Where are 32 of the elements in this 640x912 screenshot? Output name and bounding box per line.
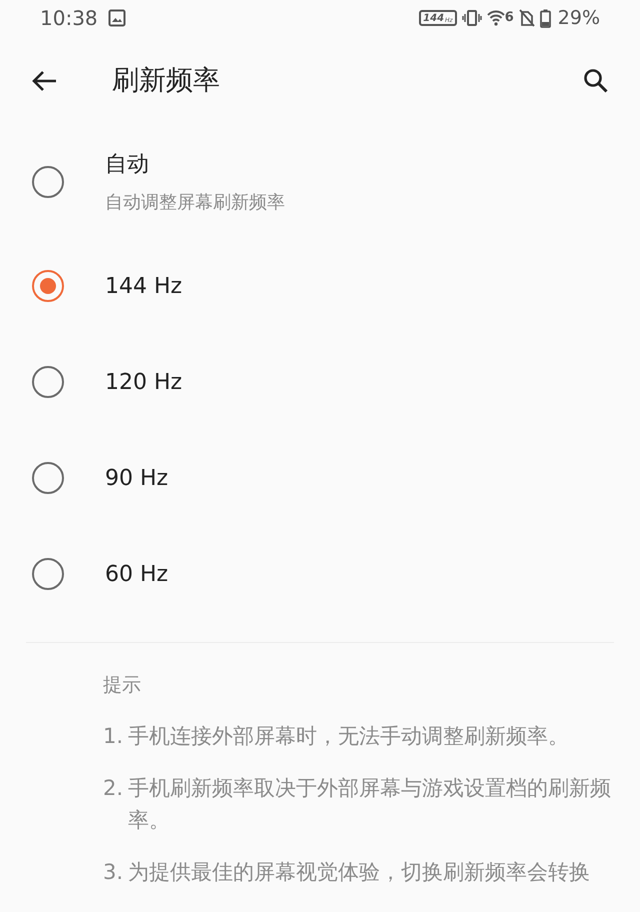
radio-button[interactable] (32, 270, 64, 302)
tip-text: 手机连接外部屏幕时，无法手动调整刷新频率。 (128, 722, 569, 750)
refresh-rate-option[interactable]: 90 Hz (0, 430, 640, 526)
tips-heading: 提示 (103, 673, 142, 698)
option-label: 60 Hz (105, 560, 168, 588)
refresh-rate-option[interactable]: 60 Hz (0, 526, 640, 622)
page-title: 刷新频率 (112, 64, 220, 98)
tip-number: 1. (103, 722, 124, 750)
battery-icon (540, 8, 551, 28)
option-label: 自动 (105, 151, 150, 179)
radio-button[interactable] (32, 166, 64, 198)
refresh-rate-option[interactable]: 120 Hz (0, 334, 640, 430)
wifi-generation: 6 (504, 9, 514, 28)
tip-text: 为提供最佳的屏幕视觉体验，切换刷新频率会转换 (128, 858, 590, 886)
radio-button[interactable] (32, 558, 64, 590)
tip-number: 2. (103, 774, 124, 802)
option-label: 90 Hz (105, 464, 168, 492)
tip-text: 手机刷新频率取决于外部屏幕与游戏设置档的刷新频率。 (128, 774, 612, 834)
wifi-icon (486, 9, 505, 27)
option-label: 144 Hz (105, 272, 182, 300)
option-label: 120 Hz (105, 368, 182, 396)
radio-button[interactable] (32, 366, 64, 398)
refresh-rate-option[interactable]: 自动 自动调整屏幕刷新频率 (0, 126, 640, 238)
option-description: 自动调整屏幕刷新频率 (105, 191, 285, 215)
image-icon (108, 9, 126, 27)
battery-percentage: 29% (558, 6, 600, 31)
no-sim-icon (518, 9, 535, 27)
radio-button[interactable] (32, 462, 64, 494)
refresh-rate-option[interactable]: 144 Hz (0, 238, 640, 334)
tip-number: 3. (103, 858, 124, 886)
vibrate-icon (462, 9, 482, 27)
clock: 10:38 (40, 5, 98, 32)
